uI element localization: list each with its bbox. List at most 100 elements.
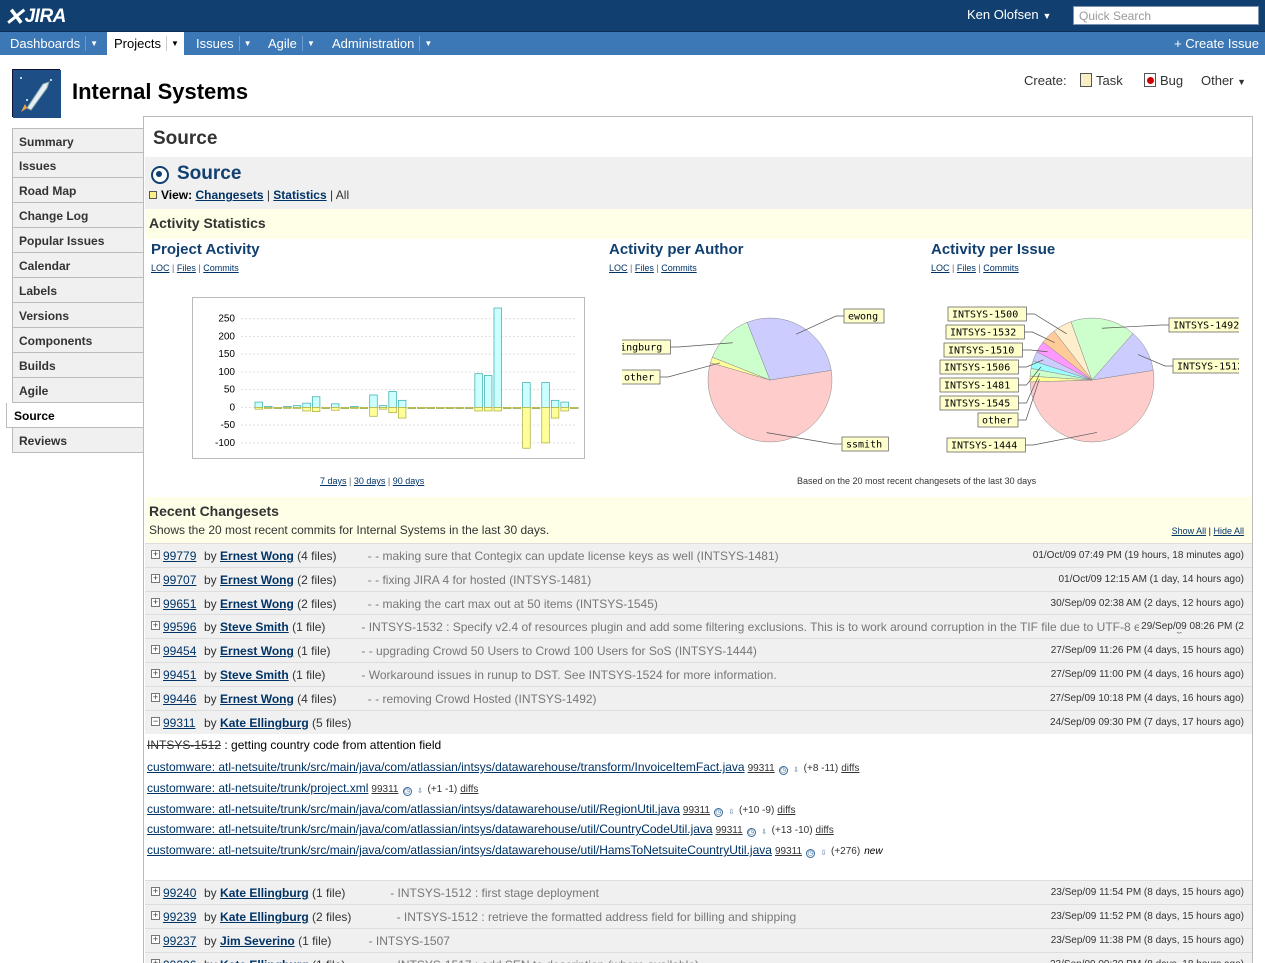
- sidebar-item-summary[interactable]: Summary: [12, 128, 144, 153]
- issue-link[interactable]: INTSYS-1512: [147, 738, 221, 752]
- chevron-down-icon[interactable]: ▼: [301, 36, 319, 51]
- changeset-row[interactable]: +99226 by Kate Ellingburg (1 file) - INTSY…: [145, 952, 1252, 963]
- files-link[interactable]: Files: [635, 263, 654, 273]
- sidebar-item-popular-issues[interactable]: Popular Issues: [12, 228, 144, 253]
- expand-icon[interactable]: +: [151, 621, 160, 631]
- file-path-link[interactable]: customware: atl-netsuite/trunk/project.x…: [147, 781, 368, 795]
- nav-issues[interactable]: Issues ▼: [189, 32, 260, 55]
- file-path-link[interactable]: customware: atl-netsuite/trunk/src/main/…: [147, 822, 713, 836]
- author-link[interactable]: Steve Smith: [220, 620, 289, 634]
- changeset-row[interactable]: +99596 by Steve Smith (1 file) - INTSYS-15…: [145, 614, 1252, 639]
- sidebar-item-agile[interactable]: Agile: [12, 378, 144, 403]
- history-icon[interactable]: ◷: [402, 786, 412, 796]
- expand-icon[interactable]: +: [151, 911, 160, 920]
- create-bug-button[interactable]: Bug: [1144, 73, 1183, 88]
- jira-logo[interactable]: ✕ JIRA: [4, 4, 66, 31]
- sidebar-item-labels[interactable]: Labels: [12, 278, 144, 303]
- changeset-id-link[interactable]: 99237: [163, 934, 196, 948]
- changeset-row[interactable]: +99651 by Ernest Wong (2 files) - - making…: [145, 590, 1252, 615]
- file-revision-link[interactable]: 99311: [683, 805, 710, 816]
- chevron-down-icon[interactable]: ▼: [419, 36, 436, 51]
- author-link[interactable]: Jim Severino: [220, 934, 295, 948]
- changeset-id-link[interactable]: 99311: [163, 716, 195, 730]
- history-icon[interactable]: ◷: [778, 766, 788, 775]
- file-path-link[interactable]: customware: atl-netsuite/trunk/src/main/…: [147, 802, 680, 816]
- range-90-days-link[interactable]: 90 days: [393, 476, 425, 486]
- sidebar-item-versions[interactable]: Versions: [12, 303, 144, 328]
- commits-link[interactable]: Commits: [661, 263, 697, 273]
- author-link[interactable]: Kate Ellingburg: [220, 910, 309, 924]
- changeset-row[interactable]: +99779 by Ernest Wong (4 files) - - making…: [145, 543, 1252, 567]
- changeset-row[interactable]: +99237 by Jim Severino (1 file) - INTSYS-1…: [145, 928, 1252, 952]
- changeset-row[interactable]: +99239 by Kate Ellingburg (2 files) - INTS…: [145, 904, 1252, 928]
- chevron-down-icon[interactable]: ▼: [238, 36, 256, 51]
- changeset-id-link[interactable]: 99596: [163, 620, 196, 634]
- changeset-row[interactable]: +99454 by Ernest Wong (1 file) - - upgradi…: [145, 638, 1252, 663]
- chevron-down-icon[interactable]: ▼: [85, 36, 102, 51]
- diffs-link[interactable]: diffs: [460, 784, 478, 795]
- loc-link[interactable]: LOC: [931, 263, 950, 273]
- author-link[interactable]: Ernest Wong: [220, 644, 294, 658]
- expand-icon[interactable]: +: [151, 887, 160, 896]
- sidebar-item-components[interactable]: Components: [12, 328, 144, 353]
- changeset-id-link[interactable]: 99707: [163, 573, 196, 587]
- sidebar-item-change-log[interactable]: Change Log: [12, 203, 144, 228]
- expand-icon[interactable]: +: [151, 669, 160, 678]
- expand-icon[interactable]: +: [151, 645, 160, 655]
- changeset-id-link[interactable]: 99651: [163, 597, 196, 611]
- author-link[interactable]: Ernest Wong: [220, 597, 294, 611]
- download-icon[interactable]: ⇩: [819, 850, 828, 859]
- download-icon[interactable]: ⇩: [792, 767, 801, 776]
- commits-link[interactable]: Commits: [983, 263, 1019, 273]
- file-revision-link[interactable]: 99311: [371, 784, 398, 795]
- sidebar-item-issues[interactable]: Issues: [12, 153, 144, 178]
- changeset-row[interactable]: +99451 by Steve Smith (1 file) - Workaroun…: [145, 662, 1252, 686]
- files-link[interactable]: Files: [957, 263, 976, 273]
- collapse-icon[interactable]: −: [151, 716, 160, 726]
- create-issue-button[interactable]: + Create Issue: [1174, 36, 1259, 51]
- expand-icon[interactable]: +: [151, 597, 160, 607]
- file-revision-link[interactable]: 99311: [775, 846, 802, 857]
- changeset-row[interactable]: −99311 by Kate Ellingburg (5 files) 24/Sep…: [145, 709, 1252, 734]
- nav-projects[interactable]: Projects ▼: [107, 32, 184, 55]
- diffs-link[interactable]: diffs: [816, 825, 834, 836]
- range-7-days-link[interactable]: 7 days: [320, 476, 347, 486]
- sidebar-item-calendar[interactable]: Calendar: [12, 253, 144, 278]
- nav-administration[interactable]: Administration ▼: [325, 32, 437, 55]
- author-link[interactable]: Ernest Wong: [220, 573, 294, 587]
- changeset-row[interactable]: +99707 by Ernest Wong (2 files) - - fixing…: [145, 566, 1252, 591]
- changeset-id-link[interactable]: 99779: [163, 549, 196, 563]
- download-icon[interactable]: ⇩: [727, 809, 736, 818]
- sidebar-item-source[interactable]: Source: [6, 403, 144, 428]
- history-icon[interactable]: ◷: [746, 828, 756, 838]
- file-path-link[interactable]: customware: atl-netsuite/trunk/src/main/…: [147, 843, 772, 857]
- changeset-id-link[interactable]: 99239: [163, 910, 196, 924]
- expand-icon[interactable]: +: [151, 692, 160, 702]
- changeset-row[interactable]: +99446 by Ernest Wong (4 files) - - removi…: [145, 685, 1252, 710]
- expand-icon[interactable]: +: [151, 959, 160, 963]
- changeset-id-link[interactable]: 99454: [163, 644, 196, 658]
- view-statistics-link[interactable]: Statistics: [273, 188, 326, 202]
- file-revision-link[interactable]: 99311: [716, 825, 743, 836]
- changeset-id-link[interactable]: 99240: [163, 886, 196, 900]
- nav-agile[interactable]: Agile ▼: [261, 32, 321, 55]
- changeset-id-link[interactable]: 99446: [163, 692, 196, 706]
- diffs-link[interactable]: diffs: [841, 763, 859, 774]
- loc-link[interactable]: LOC: [151, 263, 170, 273]
- author-link[interactable]: Ernest Wong: [220, 549, 294, 563]
- history-icon[interactable]: ◷: [713, 807, 723, 817]
- diffs-link[interactable]: diffs: [777, 805, 795, 816]
- author-link[interactable]: Ernest Wong: [220, 692, 294, 706]
- changeset-id-link[interactable]: 99226: [163, 958, 196, 963]
- file-revision-link[interactable]: 99311: [748, 763, 775, 774]
- commits-link[interactable]: Commits: [203, 263, 239, 273]
- history-icon[interactable]: ◷: [806, 849, 816, 859]
- file-path-link[interactable]: customware: atl-netsuite/trunk/src/main/…: [147, 760, 745, 774]
- show-all-link[interactable]: Show All: [1172, 526, 1207, 536]
- nav-dashboards[interactable]: Dashboards ▼: [0, 32, 103, 55]
- download-icon[interactable]: ⇩: [760, 829, 769, 838]
- expand-icon[interactable]: +: [151, 573, 160, 583]
- expand-icon[interactable]: +: [151, 935, 160, 944]
- expand-icon[interactable]: +: [151, 550, 160, 559]
- files-link[interactable]: Files: [177, 263, 196, 273]
